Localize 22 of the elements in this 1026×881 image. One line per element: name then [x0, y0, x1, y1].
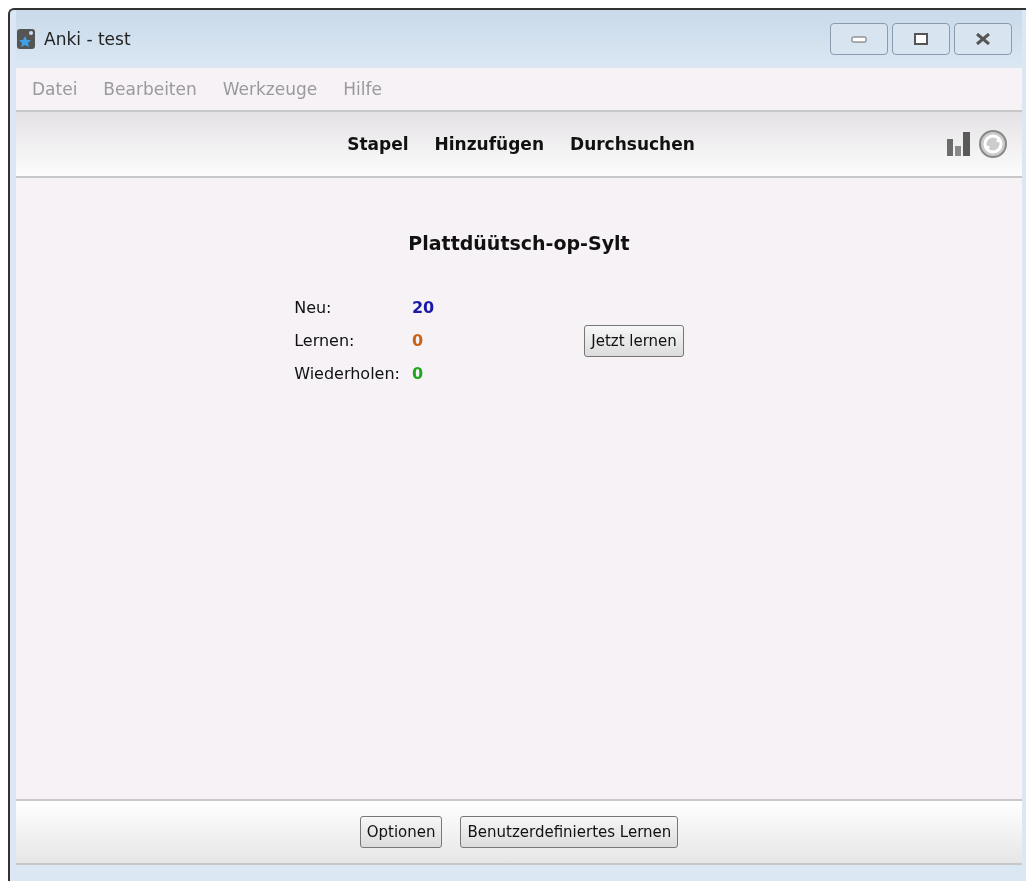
- count-value: 0: [411, 364, 425, 383]
- toolbar-link[interactable]: Stapel: [347, 134, 409, 154]
- close-icon: [975, 33, 991, 45]
- window-title: Anki - test: [44, 29, 131, 49]
- minimize-icon: [851, 35, 867, 43]
- bottom-button[interactable]: Optionen: [359, 816, 443, 848]
- study-button[interactable]: Jetzt lernen: [584, 324, 684, 357]
- deck-title: Plattdüütsch-op-Sylt: [408, 232, 630, 254]
- count-label: Neu:: [294, 298, 333, 317]
- sync-icon[interactable]: [978, 129, 1008, 159]
- maximize-button[interactable]: [892, 23, 950, 55]
- toolbar-link[interactable]: Durchsuchen: [570, 134, 695, 154]
- bottom-button[interactable]: Benutzerdefiniertes Lernen: [460, 816, 679, 848]
- app-icon: [16, 28, 36, 50]
- toolbar-link[interactable]: Hinzufügen: [434, 134, 544, 154]
- maximize-icon: [914, 33, 928, 45]
- count-label: Lernen:: [294, 331, 356, 350]
- count-label: Wiederholen:: [294, 364, 400, 383]
- close-button[interactable]: [954, 23, 1012, 55]
- count-value: 20: [411, 298, 435, 317]
- bar-chart-icon[interactable]: [946, 131, 972, 157]
- count-value: 0: [411, 331, 425, 350]
